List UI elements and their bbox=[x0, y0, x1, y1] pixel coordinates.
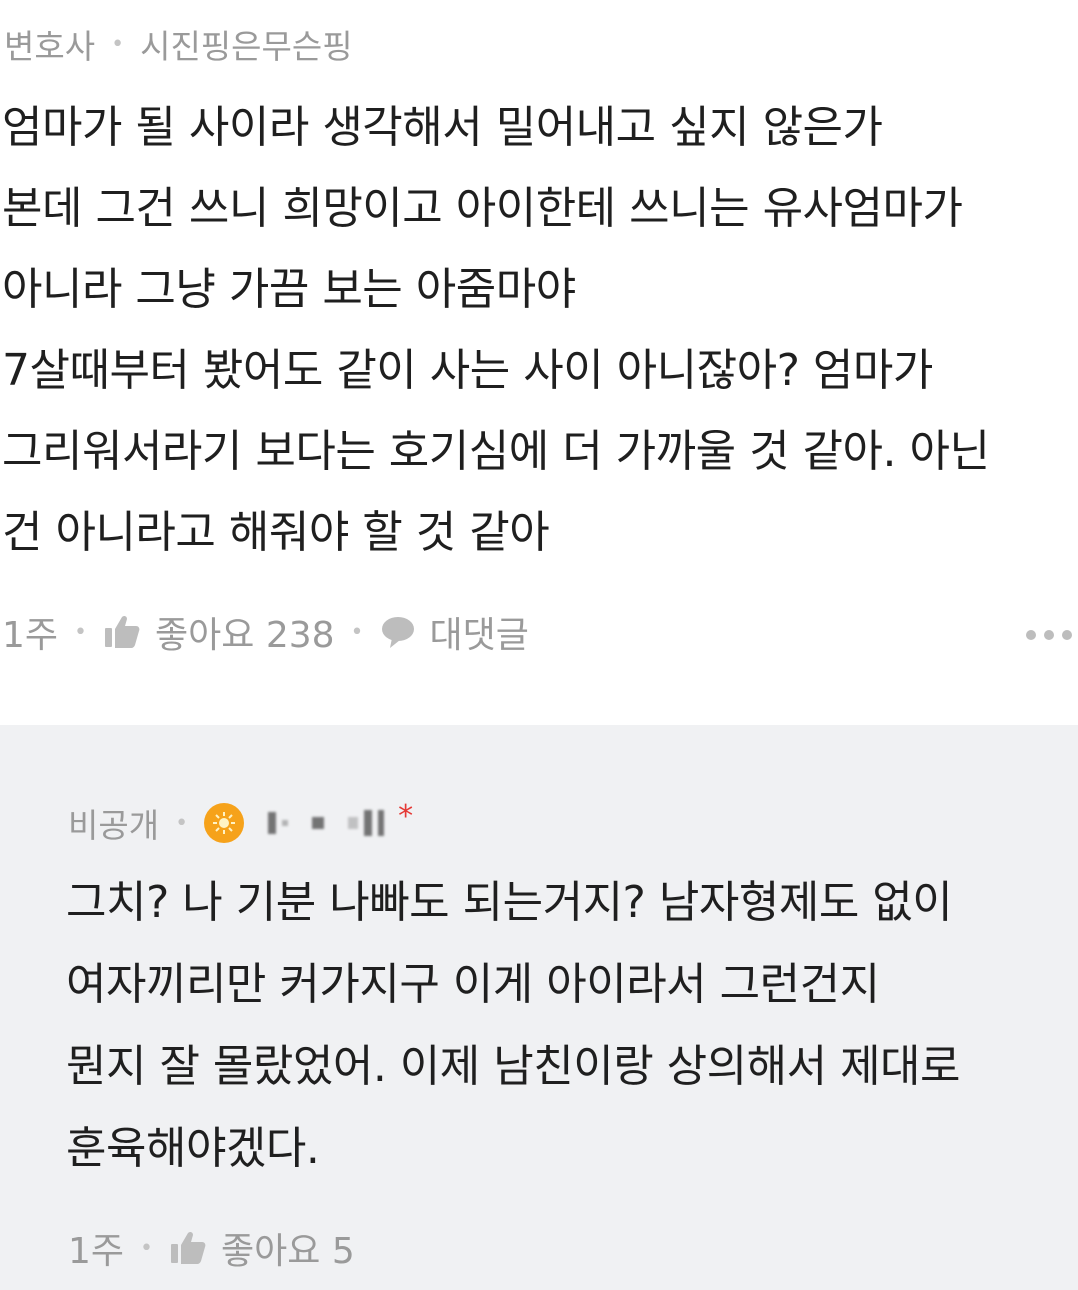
visibility-label: 비공개 bbox=[68, 806, 160, 845]
comment-body: 엄마가 될 사이라 생각해서 밀어내고 싶지 않은가 본데 그건 쓰니 희망이고… bbox=[2, 102, 990, 558]
blur-segment bbox=[378, 810, 385, 836]
separator-dot: • bbox=[111, 31, 125, 57]
blur-segment bbox=[312, 817, 325, 829]
author-name[interactable]: 시진핑은무슨핑 bbox=[140, 20, 353, 68]
separator-dot: • bbox=[74, 619, 88, 645]
blur-segment bbox=[268, 812, 277, 834]
more-dot bbox=[1044, 630, 1054, 640]
thumbs-up-icon bbox=[169, 1230, 207, 1266]
reply-time: 1주 bbox=[68, 1231, 125, 1272]
thumbs-up-icon bbox=[103, 614, 141, 650]
author-badge-icon bbox=[204, 803, 245, 843]
comment-time: 1주 bbox=[2, 615, 59, 656]
comment-reply: 비공개 • * 그치? 나 기분 나빠도 되는거지? 남자형제도 없이 여자끼리… bbox=[0, 725, 1078, 1290]
author-name-blurred[interactable] bbox=[268, 810, 385, 836]
comment-header: 변호사 • 시진핑은무슨핑 bbox=[4, 20, 353, 68]
reply-footer: 1주 • 좋아요 5 bbox=[68, 1222, 355, 1274]
separator-dot: • bbox=[140, 1235, 154, 1261]
like-count: 좋아요 5 bbox=[221, 1231, 355, 1272]
blur-segment bbox=[282, 820, 289, 826]
reply-button[interactable]: 대댓글 bbox=[380, 606, 529, 658]
like-button[interactable]: 좋아요 238 bbox=[103, 606, 335, 658]
more-icon[interactable] bbox=[1026, 630, 1072, 640]
comment-main: 변호사 • 시진핑은무슨핑 엄마가 될 사이라 생각해서 밀어내고 싶지 않은가… bbox=[0, 0, 1078, 725]
separator-dot: • bbox=[350, 619, 364, 645]
like-button[interactable]: 좋아요 5 bbox=[169, 1222, 355, 1274]
separator-dot: • bbox=[175, 810, 189, 836]
comment-footer: 1주 • 좋아요 238 • 대댓글 bbox=[2, 606, 529, 658]
reply-header: 비공개 • * bbox=[68, 799, 413, 847]
blur-segment bbox=[364, 810, 373, 836]
author-badge-label: 변호사 bbox=[4, 27, 96, 66]
more-dot bbox=[1026, 630, 1036, 640]
speech-bubble-icon bbox=[380, 615, 416, 649]
more-dot bbox=[1062, 630, 1072, 640]
reply-label: 대댓글 bbox=[429, 615, 529, 656]
blur-segment bbox=[348, 817, 359, 829]
author-asterisk: * bbox=[398, 798, 414, 834]
like-count: 좋아요 238 bbox=[155, 615, 335, 656]
reply-body: 그치? 나 기분 나빠도 되는거지? 남자형제도 없이 여자끼리만 커가지구 이… bbox=[66, 877, 961, 1174]
